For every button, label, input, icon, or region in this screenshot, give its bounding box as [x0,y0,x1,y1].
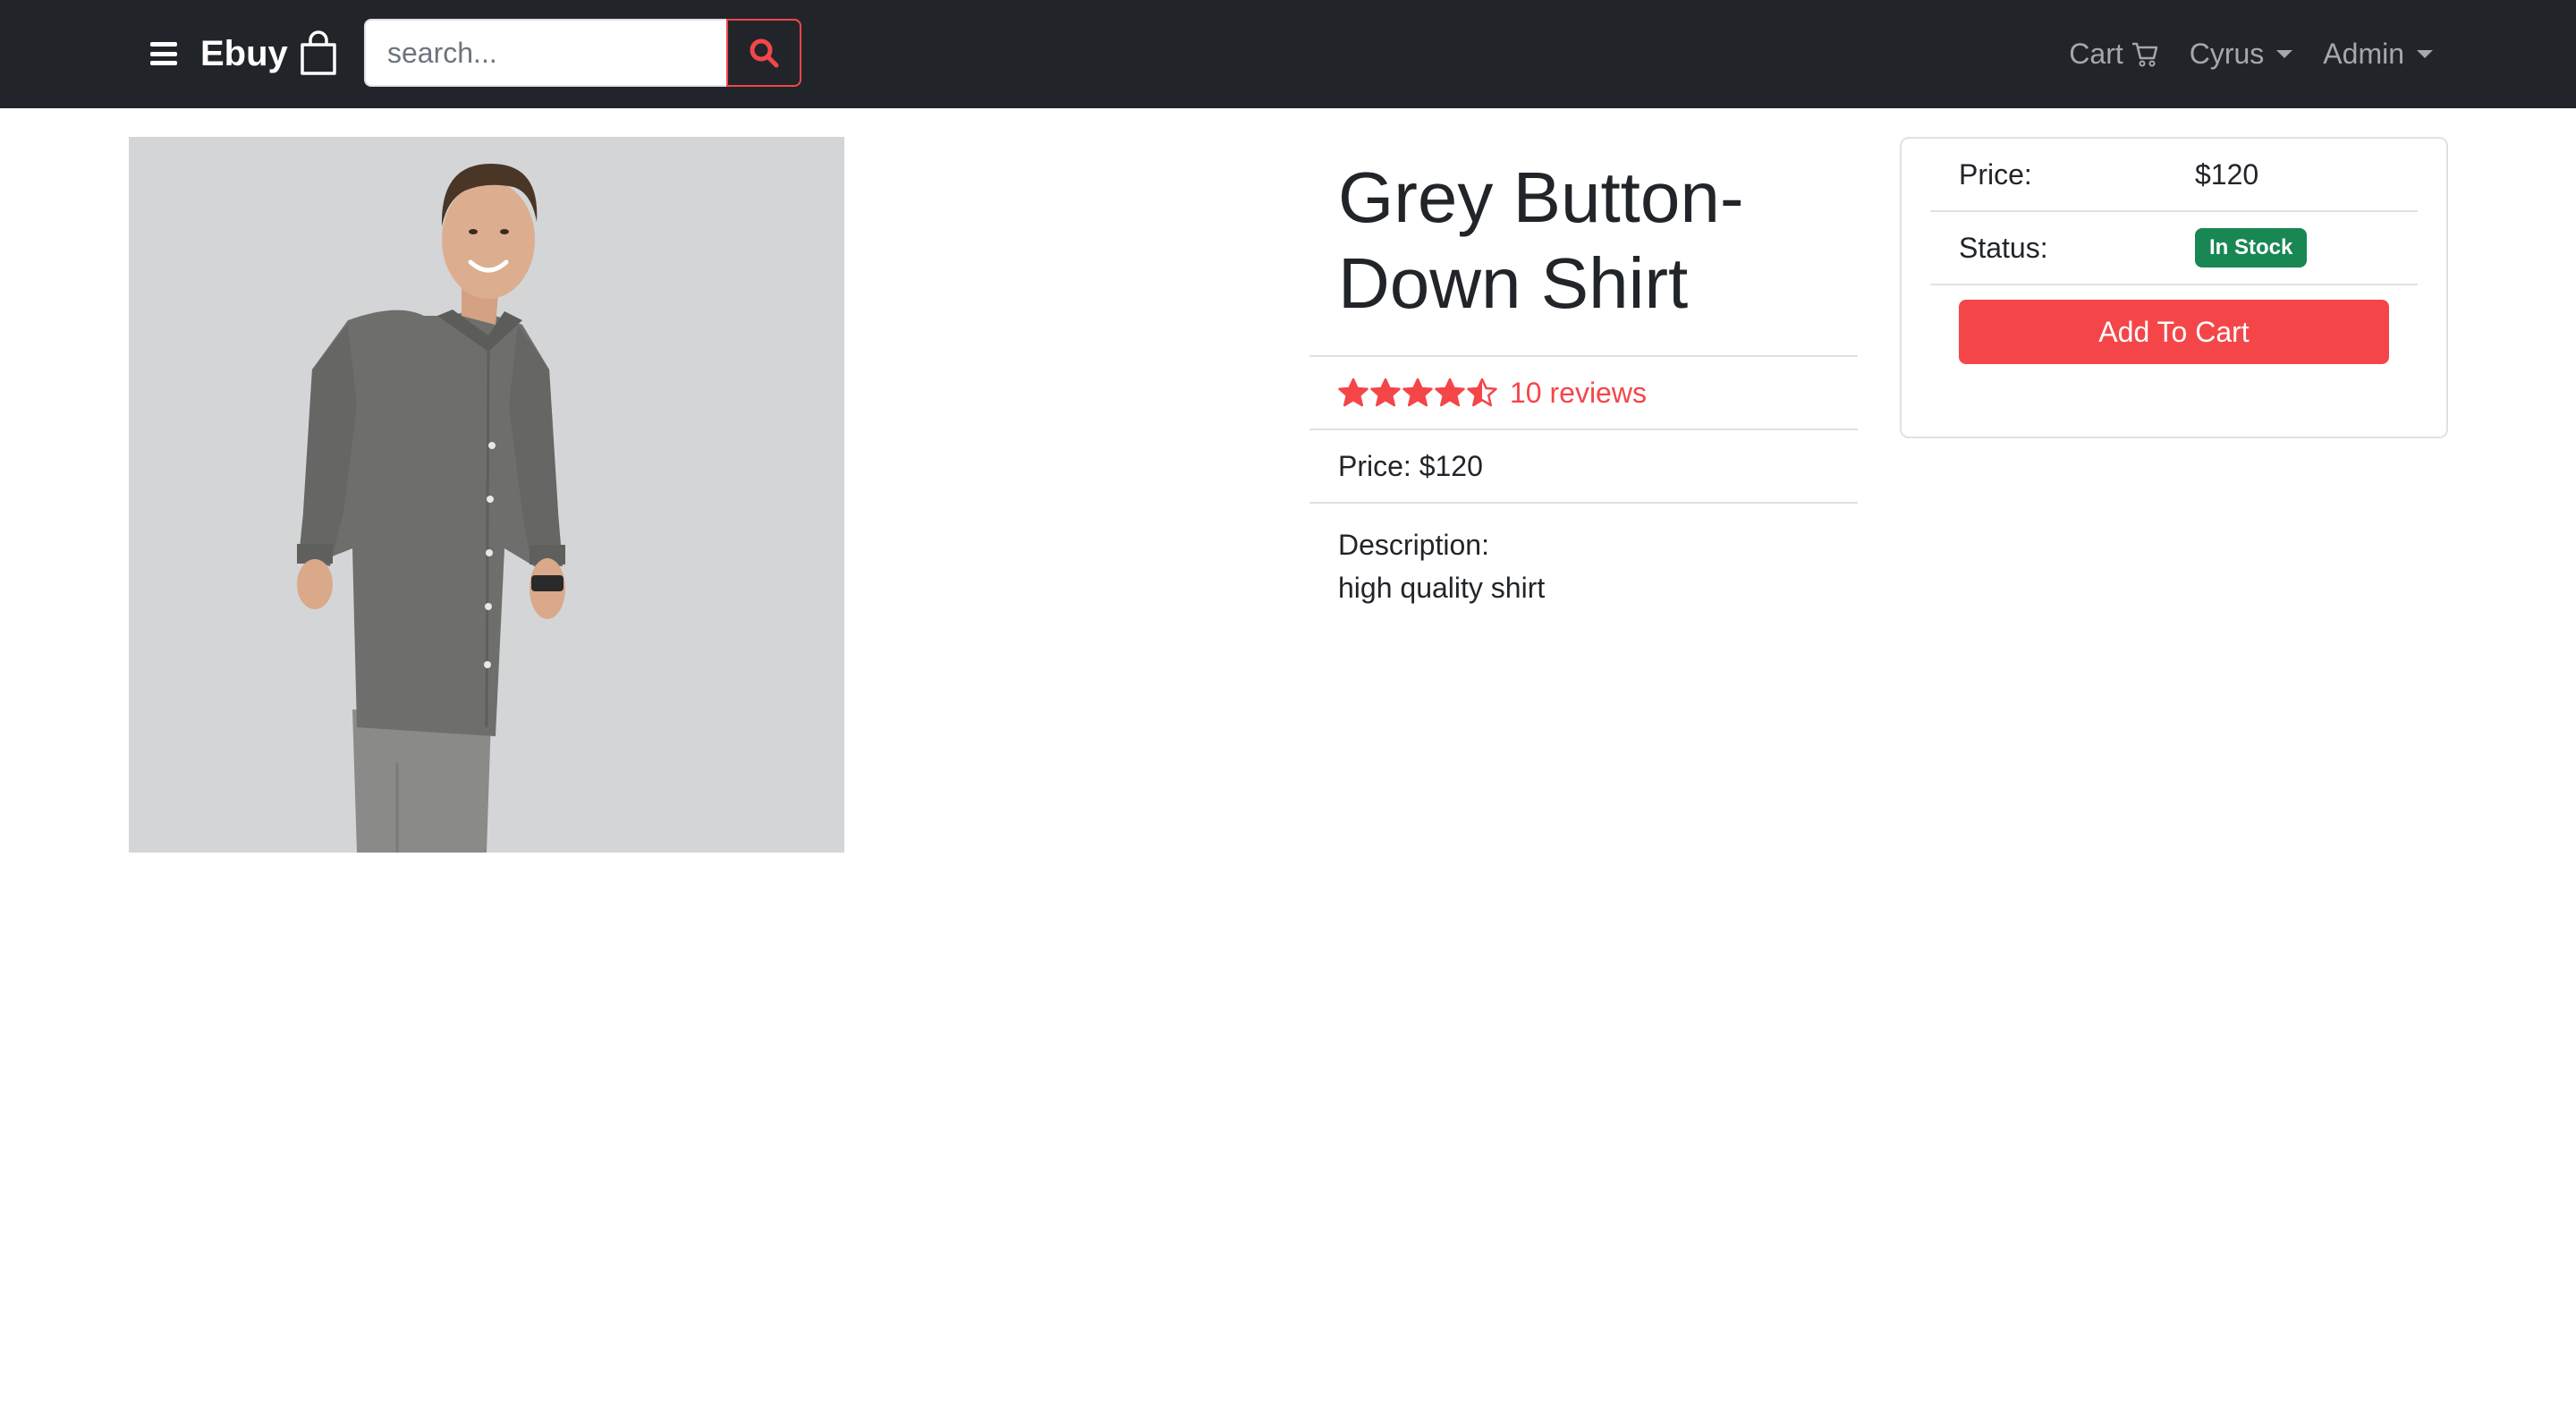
star-full-icon [1370,378,1401,407]
navbar-right-links: Cart Cyrus Admin [2069,27,2433,81]
star-full-icon [1435,378,1465,407]
search-button[interactable] [726,19,801,87]
cart-link[interactable]: Cart [2069,38,2158,71]
brand-logo-link[interactable]: Ebuy [200,27,338,81]
search-icon [750,38,779,68]
description-row: Description: high quality shirt [1309,502,1858,609]
brand-name: Ebuy [200,33,288,73]
price-row: Price: $120 [1309,429,1858,502]
admin-dropdown-toggle[interactable]: Admin [2323,38,2433,71]
card-price-label: Price: [1959,157,2032,191]
rating-row: 10 reviews [1309,355,1858,429]
star-full-icon [1402,378,1433,407]
top-navbar: Ebuy Cart Cyrus Admin [0,0,2576,108]
star-rating [1338,378,1497,408]
card-price-value: $120 [2195,157,2259,191]
admin-dropdown-label: Admin [2323,37,2404,70]
product-details: Grey Button-Down Shirt 10 reviews Price:… [1309,137,1858,609]
star-full-icon [1338,378,1368,407]
cart-icon [2131,42,2157,67]
purchase-card: Price: $120 Status: In Stock Add To Cart [1900,137,2448,438]
card-status-row: Status: In Stock [1930,212,2418,285]
description-label: Description: [1338,529,1489,561]
shopping-bag-icon [301,30,336,75]
product-title: Grey Button-Down Shirt [1338,157,1744,323]
chevron-down-icon [2417,49,2433,58]
search-input[interactable] [364,19,726,87]
price-text: Price: $120 [1338,449,1483,482]
hamburger-menu-icon[interactable] [150,42,177,65]
star-half-icon [1467,378,1497,407]
product-photo-shirt-model [129,137,844,853]
user-dropdown-label: Cyrus [2189,37,2265,70]
status-badge: In Stock [2195,228,2308,267]
cart-link-label: Cart [2069,37,2123,70]
product-image [129,137,844,853]
user-dropdown-toggle[interactable]: Cyrus [2190,38,2293,71]
reviews-link[interactable]: 10 reviews [1510,377,1647,410]
chevron-down-icon [2276,49,2293,58]
description-text: high quality shirt [1338,572,1546,604]
card-status-label: Status: [1959,231,2048,264]
add-to-cart-button[interactable]: Add To Cart [1959,300,2389,364]
card-price-row: Price: $120 [1930,139,2418,212]
